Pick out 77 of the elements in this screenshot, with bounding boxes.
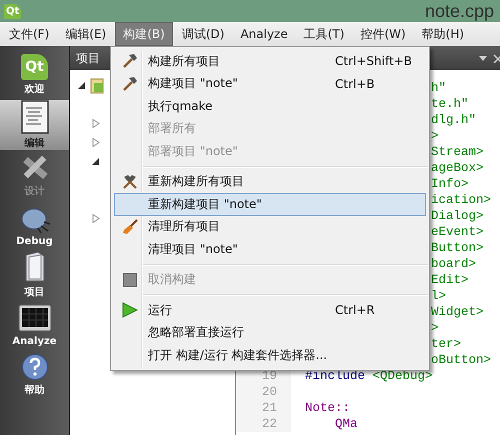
expanded-arrow-icon[interactable] (92, 157, 100, 166)
document-icon (20, 100, 50, 134)
code-line: #include <QDebug> (305, 368, 433, 384)
menu-entry[interactable]: 重新构建所有项目 (114, 170, 426, 193)
broom-icon (122, 218, 138, 235)
code-line: Edit> (431, 272, 469, 288)
line-number: 21 (236, 400, 291, 416)
mode-label: 编辑 (24, 136, 44, 150)
mode-label: 设计 (24, 184, 44, 198)
mode-label: Debug (16, 236, 53, 246)
menu-entry[interactable]: 构建项目 "note" Ctrl+B (114, 72, 426, 95)
code-line: Note:: (305, 400, 350, 416)
menu-item[interactable]: Analyze (233, 22, 295, 46)
menu-entry[interactable]: 忽略部署直接运行 (114, 322, 426, 344)
menu-entry[interactable]: 运行 Ctrl+R (114, 299, 426, 322)
menu-entry[interactable]: 清理所有项目 (114, 216, 426, 238)
line-number: 20 (236, 384, 291, 400)
mode-button[interactable]: Qt 欢迎 (0, 50, 69, 100)
mode-button[interactable]: 项目 (0, 250, 69, 300)
code-line: eEvent> (431, 224, 484, 240)
code-line: ication> (431, 192, 492, 208)
help-icon (20, 353, 48, 381)
code-line: oButton> (431, 352, 492, 368)
menu-entry[interactable]: 重新构建项目 "note" (114, 193, 426, 216)
stop-icon (123, 272, 137, 287)
code-line: h" (431, 80, 446, 96)
code-line: dlg.h" (431, 112, 476, 128)
close-icon[interactable] (493, 54, 500, 62)
app-logo: Qt (4, 4, 22, 18)
collapsed-arrow-icon[interactable] (92, 119, 100, 128)
code-line: Stream> (431, 144, 484, 160)
mode-label: 帮助 (24, 384, 44, 397)
line-number: 22 (236, 416, 291, 432)
menu-item[interactable]: 文件(F) (2, 22, 56, 46)
code-line: ageBox> (431, 160, 484, 176)
code-line: Info> (431, 176, 469, 192)
code-line: > (431, 320, 439, 336)
menu-entry[interactable]: 执行qmake (114, 95, 426, 118)
code-line: Dialog> (431, 208, 484, 224)
qt-project-icon (90, 78, 104, 94)
mode-button[interactable]: Debug (0, 200, 69, 250)
mode-label: Analyze (12, 336, 57, 346)
collapsed-arrow-icon[interactable] (92, 138, 100, 147)
mode-button[interactable]: 编辑 (0, 100, 69, 150)
run-icon (122, 302, 138, 318)
dropdown-caret-icon[interactable] (479, 56, 487, 60)
menu-item[interactable]: 工具(T) (296, 22, 352, 46)
menu-item[interactable]: 调试(D) (174, 22, 232, 46)
code-line: Button> (431, 240, 484, 256)
hammer-icon (122, 53, 138, 70)
monitor-icon (18, 304, 52, 334)
menu-item[interactable]: 编辑(E) (58, 22, 114, 46)
code-line: Widget> (431, 304, 484, 320)
code-line: QMa (335, 416, 358, 432)
mode-button[interactable]: Analyze (0, 300, 69, 350)
menu-entry[interactable]: 清理项目 "note" (114, 238, 426, 260)
menu-entry[interactable]: 打开 构建/运行 构建套件选择器... (114, 344, 426, 366)
menu-item[interactable]: 控件(W) (353, 22, 413, 46)
code-line: > (431, 128, 439, 144)
code-line: te.h" (431, 96, 469, 112)
menu-entry[interactable]: 构建所有项目 Ctrl+Shift+B (114, 50, 426, 72)
crossed-hammers-icon (122, 174, 138, 190)
code-line: ter> (431, 336, 462, 352)
code-line: l> (431, 288, 446, 304)
mode-label: 欢迎 (24, 82, 44, 96)
hammer-icon (122, 76, 138, 92)
mode-label: 项目 (24, 286, 44, 299)
folder-icon (22, 251, 46, 283)
qt-logo-icon: Qt (21, 54, 48, 80)
menu-item[interactable]: 构建(B) (115, 22, 173, 46)
pane-title: 项目 (76, 50, 100, 66)
expanded-arrow-icon[interactable] (78, 81, 86, 90)
mode-button[interactable]: 帮助 (0, 350, 69, 400)
menu-item[interactable]: 帮助(H) (414, 22, 472, 46)
code-line: board> (431, 256, 476, 272)
collapsed-arrow-icon[interactable] (92, 214, 100, 223)
window-title: note.cpp (424, 0, 494, 22)
